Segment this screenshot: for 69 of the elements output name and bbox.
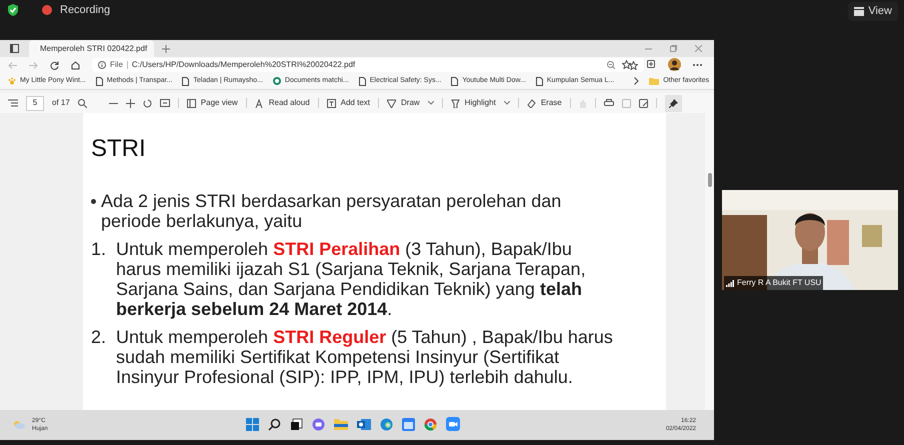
pin-icon[interactable] [664,94,682,112]
grid-icon [854,6,864,16]
scrollbar[interactable] [705,113,714,410]
highlighter-icon [450,98,460,108]
mail-icon[interactable] [357,418,371,430]
profile-avatar[interactable] [668,58,681,71]
participant-name: Ferry R A Bukit FT USU [737,277,822,289]
contents-icon[interactable] [8,99,18,107]
search-icon[interactable] [268,418,281,430]
calendar-icon[interactable] [402,418,415,430]
save-as-icon[interactable] [638,98,648,108]
folder-icon [649,77,660,85]
reload-icon[interactable] [50,60,59,70]
video-call-icon[interactable] [446,417,460,431]
caret-icon[interactable] [504,101,510,105]
page-icon [451,76,458,86]
recording-icon [42,5,52,16]
task-view-icon[interactable] [290,418,303,430]
page-icon [182,76,190,86]
favorites-icon[interactable] [622,60,632,69]
caret-icon[interactable] [428,101,434,105]
chat-icon[interactable] [312,418,325,430]
signal-icon [726,280,734,286]
toolbar-button[interactable]: Read aloud [254,97,310,109]
toolbar-button[interactable]: Highlight [450,97,496,109]
list-item-text: Untuk memperoleh STRI Reguler (5 Tahun) , Bapak/Ibu harus sudah memiliki Sertifikat Kompetensi Insinyur (Sertifikat Insinyur Profesional (SIP): IPP, IPM, IPU) terlebih dahulu. [116,327,614,387]
page-view-icon [186,98,196,108]
intro-text: Ada 2 jenis STRI berdasarkan persyaratan perolehan dan periode berlakunya, yaitu [101,191,562,231]
text-box-icon [326,98,336,108]
page-icon [96,76,103,86]
toolbar-button[interactable]: Draw [387,97,420,109]
toolbar-button[interactable]: Add text [326,97,370,109]
list-number: 1. [91,239,108,261]
print-icon[interactable] [604,99,614,107]
zoom-in-icon[interactable] [126,98,135,108]
paw-icon [8,77,16,85]
fit-page-icon[interactable] [160,99,170,107]
folder-icon[interactable] [334,418,348,430]
page-icon [536,76,543,86]
address-bar[interactable]: File C:/Users/HP/Downloads/Memperoleh%20STRI%20020422.pdf [92,58,644,72]
search-icon[interactable] [78,98,87,108]
page-count: of 17 [52,97,70,109]
chevron-icon[interactable] [634,77,640,85]
zoom-icon[interactable] [607,61,615,69]
new-tab-icon[interactable] [162,44,170,52]
toolbar-button[interactable]: Page view [186,97,238,109]
shield-icon[interactable] [6,3,20,18]
view-button[interactable]: View [848,2,898,20]
triangle-icon [387,98,396,108]
eraser-icon [526,98,536,108]
list-item-text: Untuk memperoleh STRI Peralihan (3 Tahun), Bapak/Ibu harus memiliki ijazah S1 (Sarjana Teknik, Sarjana Terapan, Sarjana Sains, dan Sarjana Pendidikan Teknik) yang telah berkerja sebelum 24 Maret 2014. [116,239,587,319]
chrome-icon[interactable] [424,418,437,430]
recording-label: Recording [60,3,110,18]
bullet-icon [91,199,96,204]
page-number-field[interactable]: 5 [26,96,44,110]
list-number: 2. [91,327,108,349]
browser-icon[interactable] [380,418,393,430]
letter-icon [254,98,264,108]
page-icon [358,76,366,86]
slide-title: STRI [91,135,147,163]
favorite-star-icon[interactable] [629,60,638,70]
browser-tab[interactable]: Memperoleh STRI 020422.pdf [29,40,154,57]
rotate-icon[interactable] [142,98,152,108]
toolbar-button[interactable]: Erase [526,97,562,109]
start-icon[interactable] [246,418,259,430]
info-icon[interactable] [98,61,106,69]
tab-actions-icon[interactable] [10,44,19,53]
home-icon[interactable] [71,60,80,70]
collections-icon[interactable] [645,60,655,69]
